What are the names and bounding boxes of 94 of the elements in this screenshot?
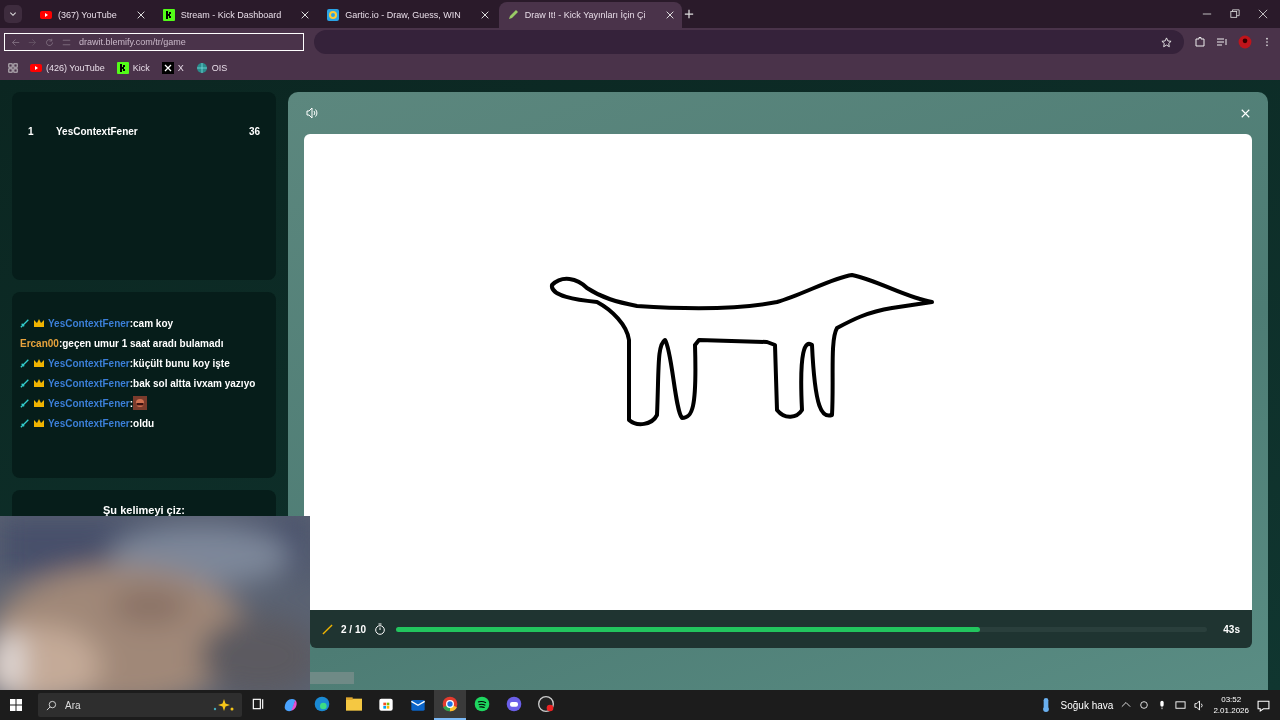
address-field[interactable]: drawit.blemify.com/tr/game	[4, 33, 304, 51]
date: 2.01.2026	[1213, 705, 1249, 716]
browser-tab[interactable]: Stream - Kick Dashboard	[154, 2, 318, 28]
sparkle-icon	[212, 698, 234, 712]
chat-username: Ercan00	[20, 337, 59, 349]
stopwatch-icon	[374, 623, 387, 635]
sword-icon	[20, 398, 30, 408]
player-name: YesContextFener	[56, 126, 139, 137]
notification-icon[interactable]	[1257, 698, 1270, 712]
bookmark-link[interactable]: Kick	[116, 62, 150, 74]
copilot-icon[interactable]	[282, 696, 298, 712]
chat-message: :oldu	[129, 417, 155, 429]
pencil-icon	[322, 623, 333, 635]
sword-icon	[20, 418, 30, 428]
tab-search-button[interactable]	[4, 5, 22, 23]
crown-icon	[33, 357, 45, 369]
taskbar-app[interactable]	[434, 690, 466, 720]
crown-icon	[33, 317, 45, 329]
x-icon	[161, 62, 174, 74]
emote-icon	[133, 396, 148, 410]
sliders-icon	[62, 37, 71, 47]
tab-title: Draw It! - Kick Yayınları İçin Çi	[524, 10, 646, 20]
k-icon	[116, 62, 129, 74]
obs-icon[interactable]	[538, 696, 554, 712]
reload-icon	[45, 37, 54, 47]
word-prompt: Şu kelimeyi çiz:	[102, 503, 186, 516]
globe-icon	[195, 62, 208, 74]
windows-icon[interactable]	[10, 699, 22, 711]
bookmark-link[interactable]: X	[161, 62, 184, 74]
task-view-icon[interactable]	[251, 697, 265, 711]
g-icon	[327, 9, 340, 21]
scrollbar[interactable]	[310, 672, 354, 684]
bookmark-link[interactable]: (426) YouTube	[30, 62, 105, 74]
crown-icon	[33, 397, 45, 409]
music-list-icon[interactable]	[1216, 36, 1228, 48]
game-controller-icon[interactable]	[506, 696, 522, 712]
search-field[interactable]: Ara	[38, 693, 242, 717]
k-icon	[162, 9, 175, 21]
round-counter: 2 / 10	[341, 623, 367, 635]
restore-icon[interactable]	[1230, 9, 1240, 19]
camera-icon	[1139, 700, 1150, 710]
chat-username: YesContextFener	[48, 357, 130, 369]
time-left: 43s	[1223, 623, 1240, 635]
spotify-icon[interactable]	[474, 696, 490, 712]
caret-icon	[9, 10, 17, 18]
store-icon[interactable]	[378, 696, 394, 712]
browser-tab[interactable]: (367) YouTube	[32, 2, 153, 28]
star-icon[interactable]	[1161, 36, 1172, 48]
speaker-icon[interactable]	[1194, 699, 1206, 711]
sword-icon	[20, 358, 30, 368]
chat-message: :bak sol altta ivxam yazıyo	[129, 377, 256, 389]
edge-icon[interactable]	[314, 696, 330, 712]
chevron-up-icon[interactable]	[1121, 700, 1132, 710]
sword-icon	[20, 318, 30, 328]
avatar-icon[interactable]	[1238, 35, 1252, 49]
browser-tab[interactable]: Draw It! - Kick Yayınları İçin Çi	[498, 2, 682, 28]
play-icon	[40, 9, 52, 21]
chat-username: YesContextFener	[48, 417, 130, 429]
close-icon[interactable]	[480, 11, 489, 19]
plus-icon[interactable]	[683, 9, 694, 19]
play-icon	[30, 62, 42, 74]
tab-title: Stream - Kick Dashboard	[180, 10, 282, 20]
crown-icon	[33, 417, 45, 429]
chat-username: YesContextFener	[48, 377, 130, 389]
chat-username: YesContextFener	[48, 397, 130, 409]
weather-label[interactable]: Soğuk hava	[1060, 699, 1114, 711]
apps-icon[interactable]	[8, 63, 18, 73]
score: 36	[248, 126, 260, 137]
pencil-icon	[506, 9, 519, 21]
close-icon[interactable]	[1258, 9, 1268, 19]
search-icon	[46, 699, 57, 711]
chat-message: :cam koy	[129, 317, 174, 329]
chrome-icon[interactable]	[442, 696, 458, 712]
folder-icon[interactable]	[346, 696, 362, 712]
tab-title: Gartic.io - Draw, Guess, WIN	[345, 10, 461, 20]
chat-message: :küçült bunu koy işte	[129, 357, 230, 369]
close-icon[interactable]	[136, 11, 145, 19]
sword-icon	[20, 378, 30, 388]
network-icon[interactable]	[1175, 699, 1187, 711]
browser-tab[interactable]: Gartic.io - Draw, Guess, WIN	[319, 2, 497, 28]
back-icon	[11, 37, 20, 47]
crown-icon	[33, 377, 45, 389]
bookmark-link[interactable]: OIS	[195, 62, 228, 74]
clock[interactable]: 03:52 2.01.2026	[1213, 694, 1249, 716]
close-icon[interactable]	[665, 11, 674, 19]
forward-icon	[28, 37, 37, 47]
chat-username: YesContextFener	[48, 317, 130, 329]
time: 03:52	[1221, 694, 1242, 705]
close-icon[interactable]	[301, 11, 310, 19]
puzzle-icon[interactable]	[1194, 36, 1206, 48]
chat-message: :geçen umur 1 saat aradı bulamadı	[58, 337, 224, 349]
tab-title: (367) YouTube	[58, 10, 117, 20]
rank: 1	[28, 126, 35, 137]
chat-message: :	[129, 397, 134, 409]
